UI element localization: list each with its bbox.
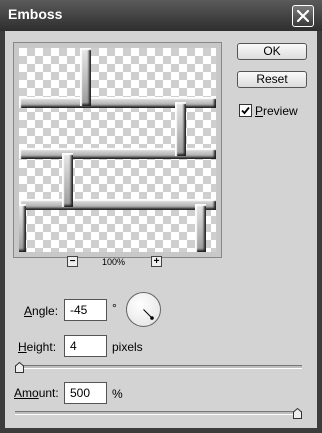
preview-checkbox[interactable] xyxy=(239,104,252,117)
mortar-line xyxy=(195,204,206,252)
angle-dial-needle xyxy=(143,309,154,320)
mortar-line xyxy=(62,153,73,207)
emboss-dialog: Emboss − 100% + OK Reset Preview Angle: … xyxy=(0,0,322,433)
mortar-line xyxy=(80,48,91,106)
close-icon xyxy=(297,10,309,22)
title-bar[interactable]: Emboss xyxy=(0,0,322,31)
mortar-line xyxy=(19,148,216,159)
amount-slider-track[interactable] xyxy=(15,411,302,415)
zoom-in-button[interactable]: + xyxy=(151,256,162,267)
angle-input[interactable]: -45 xyxy=(64,299,107,321)
height-input[interactable]: 4 xyxy=(64,335,107,357)
angle-unit: ° xyxy=(112,301,117,315)
zoom-level: 100% xyxy=(102,257,126,267)
preview-image[interactable] xyxy=(19,48,216,252)
height-slider-thumb[interactable] xyxy=(15,362,24,373)
mortar-line xyxy=(19,204,26,252)
height-unit: pixels xyxy=(112,340,143,354)
amount-unit: % xyxy=(112,387,123,401)
ok-button[interactable]: OK xyxy=(237,43,307,60)
dialog-title: Emboss xyxy=(8,6,63,22)
amount-input[interactable]: 500 xyxy=(64,382,107,404)
amount-slider-thumb[interactable] xyxy=(293,408,302,419)
preview-frame xyxy=(13,42,222,258)
height-slider-track[interactable] xyxy=(15,365,302,369)
close-button[interactable] xyxy=(292,5,314,27)
mortar-line xyxy=(19,97,216,108)
preview-label: Preview xyxy=(255,104,298,118)
zoom-out-button[interactable]: − xyxy=(67,256,78,267)
reset-button[interactable]: Reset xyxy=(237,71,307,88)
amount-label: Amount: xyxy=(14,386,59,400)
checkmark-icon xyxy=(241,106,250,115)
height-label: Height: xyxy=(18,340,57,354)
mortar-line xyxy=(19,199,216,210)
angle-label: Angle: xyxy=(24,304,59,318)
dialog-client-area: − 100% + OK Reset Preview Angle: -45 ° H… xyxy=(5,31,317,428)
zoom-controls: − 100% + xyxy=(67,256,167,272)
mortar-line xyxy=(175,102,186,156)
angle-dial[interactable] xyxy=(126,292,161,327)
